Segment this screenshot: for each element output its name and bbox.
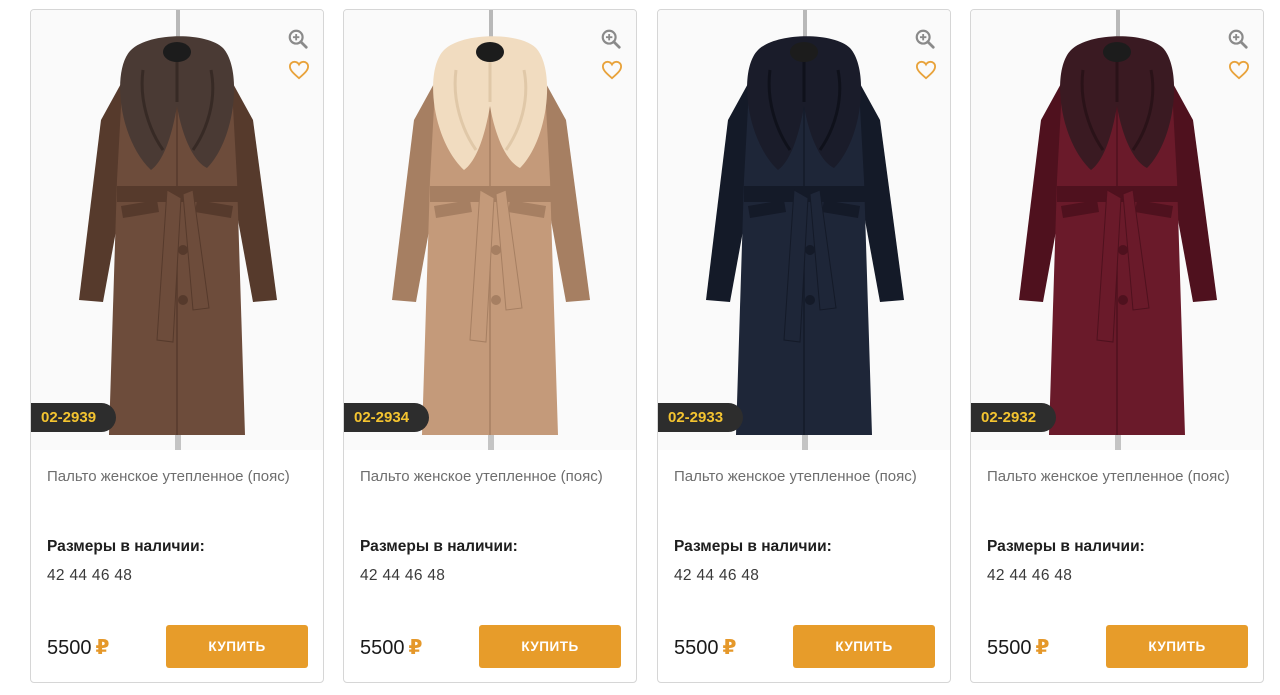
zoom-in-icon[interactable] [287,28,309,50]
product-photo[interactable]: 02-2939 [31,10,323,450]
heart-icon[interactable] [1228,60,1250,80]
price: 5500 ₽ [360,635,422,660]
coat-image [79,10,277,450]
product-photo[interactable]: 02-2932 [971,10,1263,450]
product-card[interactable]: 02-2939 Пальто женское утепленное (пояс)… [30,9,324,683]
product-title[interactable]: Пальто женское утепленное (пояс) [47,467,307,486]
sku-badge: 02-2934 [344,403,430,432]
sizes-value: 42 44 46 48 [47,567,133,584]
product-grid: 02-2939 Пальто женское утепленное (пояс)… [0,0,1280,695]
sizes-value: 42 44 46 48 [987,567,1073,584]
sku-badge: 02-2933 [658,403,744,432]
ruble-icon: ₽ [722,637,737,659]
ruble-icon: ₽ [95,637,110,659]
sizes-label: Размеры в наличии: [674,538,832,555]
product-card[interactable]: 02-2934 Пальто женское утепленное (пояс)… [343,9,637,683]
price-value: 5500 [47,637,92,659]
buy-button[interactable]: КУПИТЬ [479,625,621,668]
buy-button[interactable]: КУПИТЬ [1106,625,1248,668]
price: 5500 ₽ [674,635,736,660]
product-title[interactable]: Пальто женское утепленное (пояс) [674,467,934,486]
buy-button[interactable]: КУПИТЬ [166,625,308,668]
product-title[interactable]: Пальто женское утепленное (пояс) [987,467,1247,486]
product-photo[interactable]: 02-2933 [658,10,950,450]
heart-icon[interactable] [288,60,310,80]
coat-image [392,10,590,450]
ruble-icon: ₽ [408,637,423,659]
sizes-label: Размеры в наличии: [987,538,1145,555]
zoom-in-icon[interactable] [600,28,622,50]
buy-button[interactable]: КУПИТЬ [793,625,935,668]
product-card[interactable]: 02-2932 Пальто женское утепленное (пояс)… [970,9,1264,683]
price-value: 5500 [987,637,1032,659]
heart-icon[interactable] [601,60,623,80]
product-photo[interactable]: 02-2934 [344,10,636,450]
price-value: 5500 [674,637,719,659]
sizes-value: 42 44 46 48 [360,567,446,584]
sizes-value: 42 44 46 48 [674,567,760,584]
price: 5500 ₽ [987,635,1049,660]
product-card[interactable]: 02-2933 Пальто женское утепленное (пояс)… [657,9,951,683]
heart-icon[interactable] [915,60,937,80]
zoom-in-icon[interactable] [914,28,936,50]
price: 5500 ₽ [47,635,109,660]
coat-image [706,10,904,450]
price-value: 5500 [360,637,405,659]
sku-badge: 02-2939 [31,403,117,432]
sizes-label: Размеры в наличии: [360,538,518,555]
sku-badge: 02-2932 [971,403,1057,432]
ruble-icon: ₽ [1035,637,1050,659]
coat-image [1019,10,1217,450]
sizes-label: Размеры в наличии: [47,538,205,555]
product-title[interactable]: Пальто женское утепленное (пояс) [360,467,620,486]
zoom-in-icon[interactable] [1227,28,1249,50]
